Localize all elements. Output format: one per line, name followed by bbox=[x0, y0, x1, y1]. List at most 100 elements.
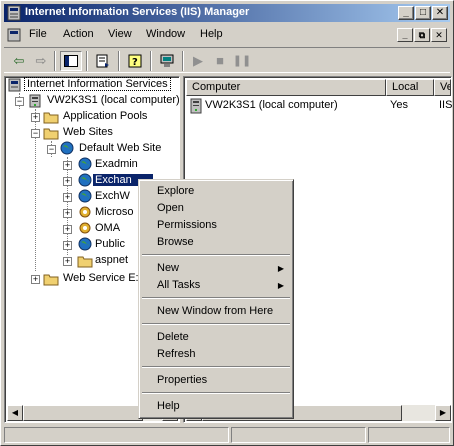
title-bar[interactable]: Internet Information Services (IIS) Mana… bbox=[4, 4, 450, 22]
expand-icon[interactable]: + bbox=[31, 275, 40, 284]
column-header-computer[interactable]: Computer bbox=[186, 79, 386, 96]
column-header-version[interactable]: Ve bbox=[434, 79, 451, 96]
submenu-arrow-icon: ▶ bbox=[277, 264, 284, 273]
expand-icon[interactable]: + bbox=[63, 225, 72, 234]
collapse-icon[interactable]: − bbox=[47, 145, 56, 154]
expand-icon[interactable]: + bbox=[63, 257, 72, 266]
globe-icon bbox=[78, 173, 92, 187]
tree-label-web-service-ext: Web Service E: bbox=[63, 272, 139, 284]
menu-item-browse[interactable]: Browse bbox=[142, 234, 290, 251]
tree-label-public: Public bbox=[95, 238, 125, 250]
tree-item-root[interactable]: Internet Information Services bbox=[5, 77, 180, 93]
toolbar-separator bbox=[150, 51, 152, 71]
menu-item-all-tasks[interactable]: All Tasks ▶ bbox=[142, 277, 290, 294]
expand-icon[interactable]: + bbox=[63, 193, 72, 202]
menu-separator bbox=[142, 297, 290, 299]
scroll-left-icon[interactable]: ◀ bbox=[7, 405, 23, 421]
toolbar: ⇦ ⇨ ? ▶ ■ ❚❚ bbox=[4, 47, 450, 73]
close-button[interactable]: ✕ bbox=[432, 6, 448, 20]
status-panel bbox=[368, 427, 450, 443]
server-icon bbox=[29, 94, 41, 108]
menu-item-permissions[interactable]: Permissions bbox=[142, 217, 290, 234]
svg-text:?: ? bbox=[132, 57, 138, 68]
submenu-arrow-icon: ▶ bbox=[277, 281, 284, 290]
menu-help[interactable]: Help bbox=[200, 28, 223, 40]
tree-item-exadmin[interactable]: + Exadmin bbox=[5, 157, 180, 173]
menu-window[interactable]: Window bbox=[146, 28, 185, 40]
start-icon[interactable]: ▶ bbox=[187, 51, 209, 71]
cell-computer: VW2K3S1 (local computer) bbox=[205, 99, 338, 111]
menu-item-all-tasks-label: All Tasks bbox=[157, 279, 201, 291]
menu-bar: File Action View Window Help _ ⧉ ✕ bbox=[4, 25, 450, 45]
tree-item-web-sites[interactable]: − Web Sites bbox=[5, 125, 180, 141]
tree-item-app-pools[interactable]: + Application Pools bbox=[5, 109, 180, 125]
tree-label-web-sites: Web Sites bbox=[63, 126, 113, 138]
expand-icon[interactable]: + bbox=[63, 209, 72, 218]
maximize-button[interactable]: □ bbox=[415, 6, 431, 20]
column-header-local[interactable]: Local bbox=[386, 79, 434, 96]
mdi-close-button[interactable]: ✕ bbox=[431, 28, 447, 42]
menu-action[interactable]: Action bbox=[63, 28, 94, 40]
cell-version: IIS bbox=[439, 99, 453, 111]
console-icon[interactable] bbox=[6, 27, 22, 43]
collapse-icon[interactable]: − bbox=[15, 97, 24, 106]
menu-item-new-label: New bbox=[157, 262, 180, 274]
menu-separator bbox=[142, 254, 290, 256]
tree-label-activesync: Microso bbox=[95, 206, 134, 218]
menu-item-refresh[interactable]: Refresh bbox=[142, 346, 290, 363]
globe-icon bbox=[78, 157, 92, 171]
toolbar-separator bbox=[54, 51, 56, 71]
tree-label-root: Internet Information Services bbox=[24, 77, 171, 91]
tree-label-exadmin: Exadmin bbox=[95, 158, 138, 170]
tree-item-computer[interactable]: − VW2K3S1 (local computer) bbox=[5, 93, 180, 109]
help-icon[interactable]: ? bbox=[124, 51, 146, 71]
collapse-icon[interactable]: − bbox=[31, 129, 40, 138]
menu-file[interactable]: File bbox=[29, 28, 47, 40]
stop-icon[interactable]: ■ bbox=[209, 51, 231, 71]
menu-item-new[interactable]: New ▶ bbox=[142, 260, 290, 277]
expand-icon[interactable]: + bbox=[63, 241, 72, 250]
iis-app-icon bbox=[7, 5, 21, 21]
menu-separator bbox=[142, 392, 290, 394]
folder-icon bbox=[77, 256, 93, 268]
toolbar-separator bbox=[86, 51, 88, 71]
globe-icon bbox=[60, 141, 74, 155]
status-panel bbox=[4, 427, 229, 443]
window-title: Internet Information Services (IIS) Mana… bbox=[25, 6, 250, 18]
tree-label-default-web-site: Default Web Site bbox=[79, 142, 162, 154]
tree-label-oma: OMA bbox=[95, 222, 121, 234]
pause-icon[interactable]: ❚❚ bbox=[231, 51, 253, 71]
toolbar-separator bbox=[118, 51, 120, 71]
folder-open-icon bbox=[43, 128, 59, 140]
menu-item-open[interactable]: Open bbox=[142, 200, 290, 217]
minimize-button[interactable]: _ bbox=[398, 6, 414, 20]
menu-item-new-window[interactable]: New Window from Here bbox=[142, 303, 290, 320]
back-icon[interactable]: ⇦ bbox=[8, 51, 30, 71]
mdi-restore-button[interactable]: ⧉ bbox=[414, 28, 430, 42]
tree-item-default-web-site[interactable]: − Default Web Site bbox=[5, 141, 180, 157]
gear-icon bbox=[79, 222, 91, 234]
expand-icon[interactable]: + bbox=[63, 177, 72, 186]
computer-icon[interactable] bbox=[156, 51, 178, 71]
iis-root-icon bbox=[8, 78, 21, 92]
menu-separator bbox=[142, 323, 290, 325]
expand-icon[interactable]: + bbox=[63, 161, 72, 170]
server-icon bbox=[190, 98, 202, 114]
expand-icon[interactable]: + bbox=[31, 113, 40, 122]
globe-icon bbox=[78, 237, 92, 251]
menu-item-properties[interactable]: Properties bbox=[142, 372, 290, 389]
scroll-right-icon[interactable]: ▶ bbox=[435, 405, 451, 421]
menu-item-help[interactable]: Help bbox=[142, 398, 290, 415]
menu-separator bbox=[142, 366, 290, 368]
show-hide-tree-icon[interactable] bbox=[60, 51, 82, 71]
forward-icon[interactable]: ⇨ bbox=[30, 51, 52, 71]
cell-local: Yes bbox=[390, 99, 408, 111]
status-panel bbox=[231, 427, 366, 443]
scroll-thumb[interactable] bbox=[23, 405, 143, 421]
tree-label-aspnet-client: aspnet bbox=[95, 254, 129, 266]
menu-view[interactable]: View bbox=[108, 28, 132, 40]
export-list-icon[interactable] bbox=[92, 51, 114, 71]
menu-item-delete[interactable]: Delete bbox=[142, 329, 290, 346]
mdi-minimize-button[interactable]: _ bbox=[397, 28, 413, 42]
menu-item-explore[interactable]: Explore bbox=[142, 183, 290, 200]
